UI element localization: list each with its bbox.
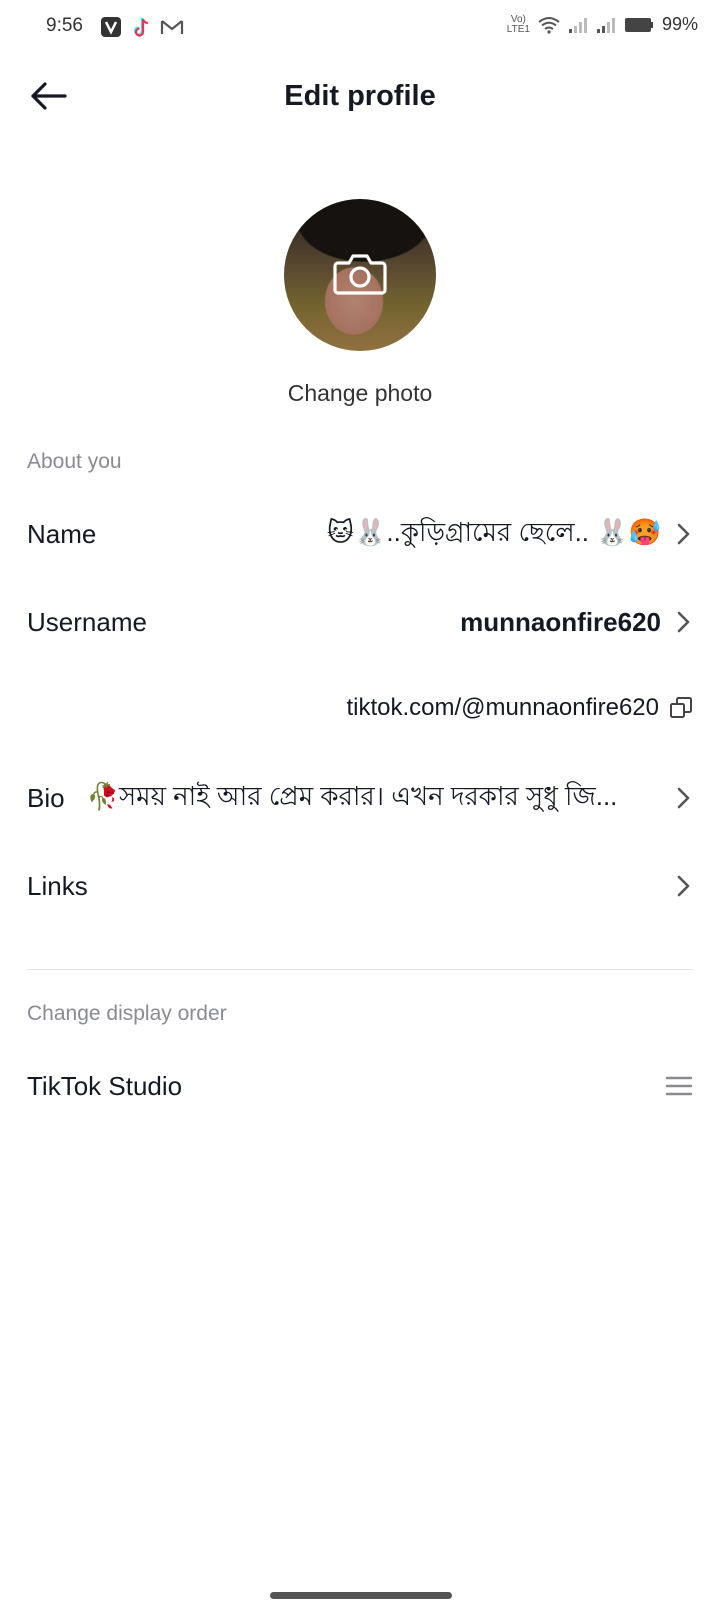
- battery-percent: 99%: [661, 14, 698, 34]
- links-label: Links: [27, 870, 88, 901]
- status-bar: 9:56 Vo) LTE1 99%: [0, 0, 720, 56]
- links-row[interactable]: Links: [27, 856, 693, 916]
- bio-label: Bio: [27, 782, 65, 813]
- volte-icon: Vo) LTE1: [506, 13, 530, 35]
- name-value: 🐱🐰..কুড়িগ্রামের ছেলে.. 🐰🥵: [326, 517, 661, 547]
- about-section-label: About you: [27, 450, 122, 473]
- wifi-icon: [538, 16, 560, 34]
- chevron-right-icon: [677, 611, 690, 633]
- header: Edit profile: [0, 62, 720, 132]
- profile-link-row: tiktok.com/@munnaonfire620: [27, 688, 693, 728]
- name-row[interactable]: Name 🐱🐰..কুড়িগ্রামের ছেলে.. 🐰🥵: [27, 504, 693, 564]
- username-row[interactable]: Username munnaonfire620: [27, 592, 693, 652]
- bio-value: 🥀সময় নাই আর প্রেম করার। এখন দরকার সুধু …: [86, 781, 618, 811]
- copy-icon[interactable]: [669, 696, 693, 720]
- change-photo-button[interactable]: Change photo: [0, 380, 720, 407]
- bio-row[interactable]: Bio 🥀সময় নাই আর প্রেম করার। এখন দরকার স…: [27, 768, 693, 828]
- display-order-section-label: Change display order: [27, 1002, 227, 1025]
- chevron-right-icon: [677, 875, 690, 897]
- tiktok-studio-label: TikTok Studio: [27, 1070, 183, 1101]
- status-indicators: Vo) LTE1 99%: [507, 14, 698, 35]
- gmail-icon: [160, 20, 184, 34]
- tiktok-icon: [133, 18, 149, 37]
- name-label: Name: [27, 518, 97, 549]
- home-indicator[interactable]: [270, 1592, 452, 1599]
- battery-icon: [624, 17, 653, 32]
- username-label: Username: [27, 606, 147, 637]
- camera-icon: [333, 254, 387, 295]
- tiktok-studio-row[interactable]: TikTok Studio: [27, 1056, 693, 1116]
- drag-handle-icon[interactable]: [665, 1074, 693, 1098]
- username-value: munnaonfire620: [460, 606, 661, 637]
- vivo-icon: [101, 17, 121, 37]
- chevron-right-icon: [677, 523, 690, 545]
- signal-2-icon: [596, 17, 615, 33]
- profile-photo[interactable]: [284, 199, 436, 351]
- page-title: Edit profile: [284, 80, 436, 112]
- status-time: 9:56: [46, 15, 83, 36]
- chevron-right-icon: [677, 787, 690, 809]
- section-divider: [27, 969, 693, 970]
- status-app-icons: [100, 16, 184, 38]
- profile-link-text: tiktok.com/@munnaonfire620: [346, 694, 659, 721]
- signal-1-icon: [568, 17, 587, 33]
